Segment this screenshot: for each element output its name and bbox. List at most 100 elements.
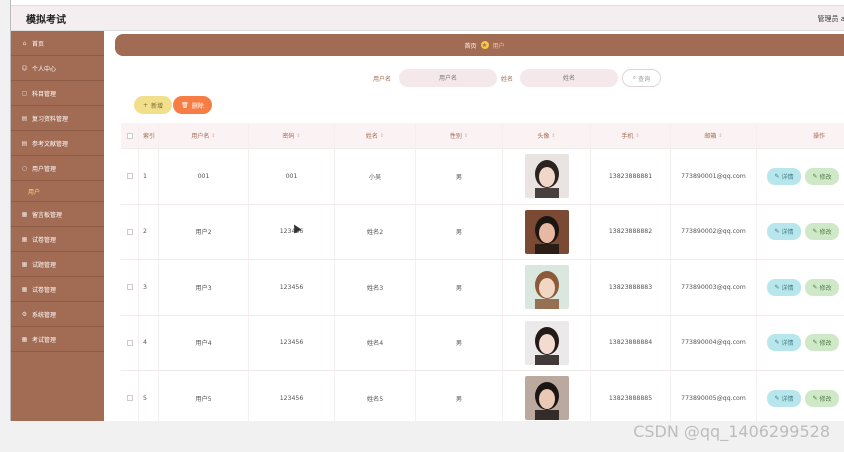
cell-index: 2	[139, 204, 159, 259]
row-checkbox[interactable]	[121, 149, 139, 204]
cell-gender: 男	[416, 315, 503, 370]
admin-label[interactable]: 管理员 a	[817, 14, 844, 24]
sort-icon: ⇕	[211, 132, 216, 139]
table-row: 1 001 001 小吴男 13823888881 773890001@qq.com ✎ 详情…	[121, 149, 844, 205]
sidebar-item-users[interactable]: ○ 用户管理	[11, 156, 104, 181]
sort-icon: ⇕	[635, 132, 640, 139]
trash-icon: 🗑	[181, 101, 189, 109]
sort-icon: ⇕	[379, 132, 385, 139]
username-input[interactable]	[399, 69, 497, 87]
pencil-icon: ✎	[812, 228, 818, 236]
sidebar-item-system[interactable]: ⚙ 系统管理	[11, 302, 104, 327]
cell-password: 123456	[249, 204, 335, 259]
sort-icon: ⇕	[551, 132, 556, 139]
cell-username: 用户5	[159, 371, 249, 421]
edit-button[interactable]: ✎ 修改	[805, 389, 839, 407]
top-bar: 模拟考试 管理员 a	[11, 5, 844, 31]
row-checkbox[interactable]	[121, 204, 139, 259]
cell-username: 001	[159, 149, 249, 204]
header-email[interactable]: 邮箱 ⇕	[671, 123, 757, 148]
detail-button[interactable]: ✎ 详情	[767, 167, 801, 185]
breadcrumb-home[interactable]: 首页	[464, 41, 476, 50]
sidebar-item-exams[interactable]: ▦ 考试管理	[11, 327, 104, 352]
sidebar-item-papers[interactable]: ▦ 试卷管理	[11, 227, 104, 252]
avatar[interactable]	[524, 376, 569, 421]
sidebar-item-references[interactable]: ▤ 参考文献管理	[11, 131, 104, 156]
cell-gender: 男	[416, 204, 503, 259]
row-checkbox[interactable]	[121, 315, 139, 370]
edit-button[interactable]: ✎ 修改	[805, 223, 839, 241]
plus-icon: +	[142, 101, 148, 109]
edit-button[interactable]: ✎ 修改	[805, 167, 839, 185]
edit-icon: ✎	[774, 394, 780, 402]
sidebar-item-papers-2[interactable]: ▦ 试卷管理	[11, 277, 104, 302]
edit-icon: ✎	[774, 283, 780, 291]
detail-button[interactable]: ✎ 详情	[767, 334, 801, 352]
table-row: 5 用户5 123456 姓名5 男 13823888885 773890005@qq.co…	[121, 371, 844, 421]
cell-email: 773890005@qq.com	[671, 371, 757, 421]
header-name[interactable]: 姓名 ⇕	[335, 123, 416, 148]
watermark: CSDN @qq_1406299528	[633, 422, 830, 441]
detail-button[interactable]: ✎ 详情	[767, 389, 801, 407]
cell-avatar	[503, 204, 591, 259]
sidebar-item-messages[interactable]: ▦ 留言板管理	[11, 202, 104, 227]
cell-avatar	[503, 315, 591, 370]
avatar[interactable]	[524, 209, 569, 254]
sidebar-item-review[interactable]: ▤ 复习资料管理	[11, 106, 104, 131]
cell-gender: 男	[416, 260, 503, 315]
edit-button[interactable]: ✎ 修改	[805, 334, 839, 352]
header-password[interactable]: 密码 ⇕	[249, 123, 335, 148]
app-title: 模拟考试	[26, 15, 66, 26]
cell-avatar	[503, 149, 591, 204]
detail-button[interactable]: ✎ 详情	[767, 223, 801, 241]
search-button[interactable]: ⌕ 查询	[622, 69, 661, 87]
cell-actions: ✎ 详情 ✎ 修改	[757, 205, 844, 260]
cell-username: 用户4	[159, 315, 249, 370]
cell-name: 姓名3	[335, 260, 416, 315]
cell-name: 小吴	[335, 149, 416, 204]
table-row: 2 用户2 123456 姓名2 男 13823888882 773890002@qq.co…	[121, 204, 844, 260]
header-avatar[interactable]: 头像 ⇕	[503, 123, 591, 148]
pencil-icon: ✎	[812, 283, 818, 291]
edit-button[interactable]: ✎ 修改	[805, 278, 839, 296]
sidebar-item-subjects[interactable]: ▢ 科目管理	[11, 81, 104, 106]
cell-gender: 男	[416, 149, 503, 204]
cell-username: 用户2	[159, 204, 249, 259]
grid-icon: ▦	[21, 335, 28, 343]
sidebar: ⌂ 首页 ☺ 个人中心 ▢ 科目管理 ▤ 复习资料管理 ▤ 参考文献管理 ○ 用户管理 用户…	[11, 31, 104, 421]
row-checkbox[interactable]	[121, 260, 139, 315]
sidebar-item-questions[interactable]: ▦ 试题管理	[11, 252, 104, 277]
sidebar-item-profile[interactable]: ☺ 个人中心	[11, 56, 104, 81]
row-checkbox[interactable]	[121, 371, 139, 421]
cell-gender: 男	[416, 371, 503, 421]
pencil-icon: ✎	[812, 339, 818, 347]
cell-name: 姓名2	[335, 204, 416, 259]
pencil-icon: ✎	[812, 172, 818, 180]
delete-button[interactable]: 🗑 删除	[173, 96, 212, 114]
detail-button[interactable]: ✎ 详情	[767, 278, 801, 296]
add-button[interactable]: + 新增	[134, 96, 172, 114]
header-gender[interactable]: 性别 ⇕	[416, 123, 503, 148]
header-phone[interactable]: 手机 ⇕	[591, 123, 671, 148]
table-row: 3 用户3 123456 姓名3 男 13823888883 773890003@qq.co…	[121, 260, 844, 316]
avatar[interactable]	[524, 265, 569, 310]
header-username[interactable]: 用户名 ⇕	[159, 123, 249, 148]
search-form: 用户名 姓名 ⌕查询	[104, 69, 844, 87]
select-all-checkbox[interactable]	[121, 123, 139, 148]
avatar[interactable]	[524, 320, 569, 365]
name-input[interactable]	[520, 69, 618, 87]
cell-index: 5	[139, 371, 159, 421]
avatar[interactable]	[524, 154, 569, 199]
sidebar-item-label: 考试管理	[32, 336, 57, 344]
cell-email: 773890001@qq.com	[671, 149, 757, 204]
sidebar-item-home[interactable]: ⌂ 首页	[11, 31, 104, 56]
sidebar-subitem-user[interactable]: 用户	[11, 181, 104, 202]
user-icon: ☺	[21, 64, 28, 72]
app-window: 模拟考试 管理员 a ⌂ 首页 ☺ 个人中心 ▢ 科目管理 ▤ 复习资料管理 ▤ 参考文献…	[10, 0, 844, 421]
sidebar-item-label: 复习资料管理	[32, 115, 69, 123]
sidebar-item-label: 留言板管理	[32, 211, 63, 219]
file-icon: ▤	[21, 139, 28, 147]
table-body: 1 001 001 小吴男 13823888881 773890001@qq.com ✎ 详情…	[121, 149, 844, 421]
pencil-icon: ✎	[812, 394, 818, 402]
search-icon: ⌕	[632, 74, 637, 81]
